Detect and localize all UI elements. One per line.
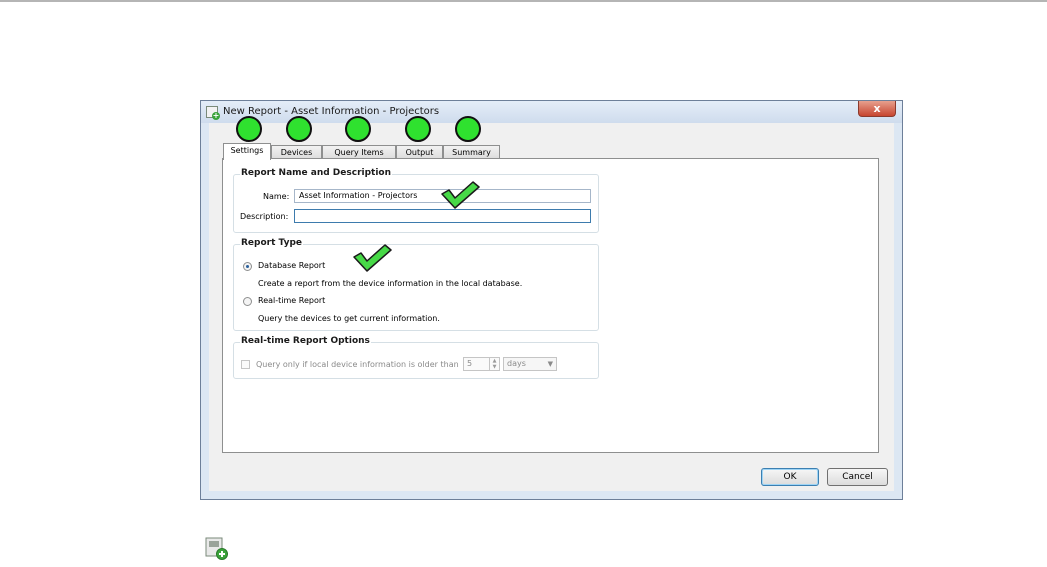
query-only-label: Query only if local device information i… <box>256 360 459 369</box>
close-button[interactable]: x <box>858 101 896 117</box>
tab-output[interactable]: Output <box>396 145 443 159</box>
new-report-dialog: + New Report - Asset Information - Proje… <box>200 100 903 500</box>
realtime-options-group: Real-time Report Options Query only if l… <box>233 336 599 379</box>
window-title: New Report - Asset Information - Project… <box>223 106 440 117</box>
top-divider <box>0 0 1047 2</box>
cancel-button[interactable]: Cancel <box>827 468 888 486</box>
dialog-client-area: Settings Devices Query Items Output Summ… <box>209 123 894 491</box>
annotation-circle-query-items <box>345 116 371 142</box>
annotation-circle-devices <box>286 116 312 142</box>
interval-spinner[interactable]: 5 ▲ ▼ <box>463 357 500 371</box>
chevron-down-icon: ▼ <box>547 360 553 368</box>
description-label: Description: <box>240 212 289 221</box>
description-field[interactable] <box>294 209 591 223</box>
database-report-description: Create a report from the device informat… <box>258 279 523 288</box>
tab-summary[interactable]: Summary <box>443 145 500 159</box>
tab-settings[interactable]: Settings <box>223 143 271 160</box>
settings-panel: Report Name and Description Name: Asset … <box>222 158 879 453</box>
query-only-checkbox[interactable] <box>241 360 250 369</box>
database-report-radio[interactable] <box>243 262 252 271</box>
report-name-group: Report Name and Description Name: Asset … <box>233 168 599 233</box>
group-title: Report Name and Description <box>240 168 393 178</box>
annotation-circle-output <box>405 116 431 142</box>
ok-button[interactable]: OK <box>761 468 819 486</box>
group-title: Report Type <box>240 238 304 248</box>
realtime-report-label[interactable]: Real-time Report <box>258 296 325 305</box>
interval-value: 5 <box>467 359 473 368</box>
unit-value: days <box>507 359 526 368</box>
spinner-arrows-icon[interactable]: ▲ ▼ <box>489 358 499 370</box>
tab-devices[interactable]: Devices <box>271 145 322 159</box>
group-title: Real-time Report Options <box>240 336 371 346</box>
new-report-icon: + <box>206 106 220 120</box>
realtime-report-description: Query the devices to get current informa… <box>258 314 440 323</box>
report-type-group: Report Type Database Report Create a rep… <box>233 238 599 331</box>
annotation-circle-summary <box>455 116 481 142</box>
check-mark-icon <box>441 181 480 209</box>
unit-dropdown[interactable]: days ▼ <box>503 357 557 371</box>
tab-query-items[interactable]: Query Items <box>322 145 396 159</box>
check-mark-icon <box>353 244 392 272</box>
database-report-label[interactable]: Database Report <box>258 261 325 270</box>
realtime-report-radio[interactable] <box>243 297 252 306</box>
new-report-icon <box>205 537 228 560</box>
annotation-circle-settings <box>236 116 262 142</box>
name-label: Name: <box>263 192 290 201</box>
